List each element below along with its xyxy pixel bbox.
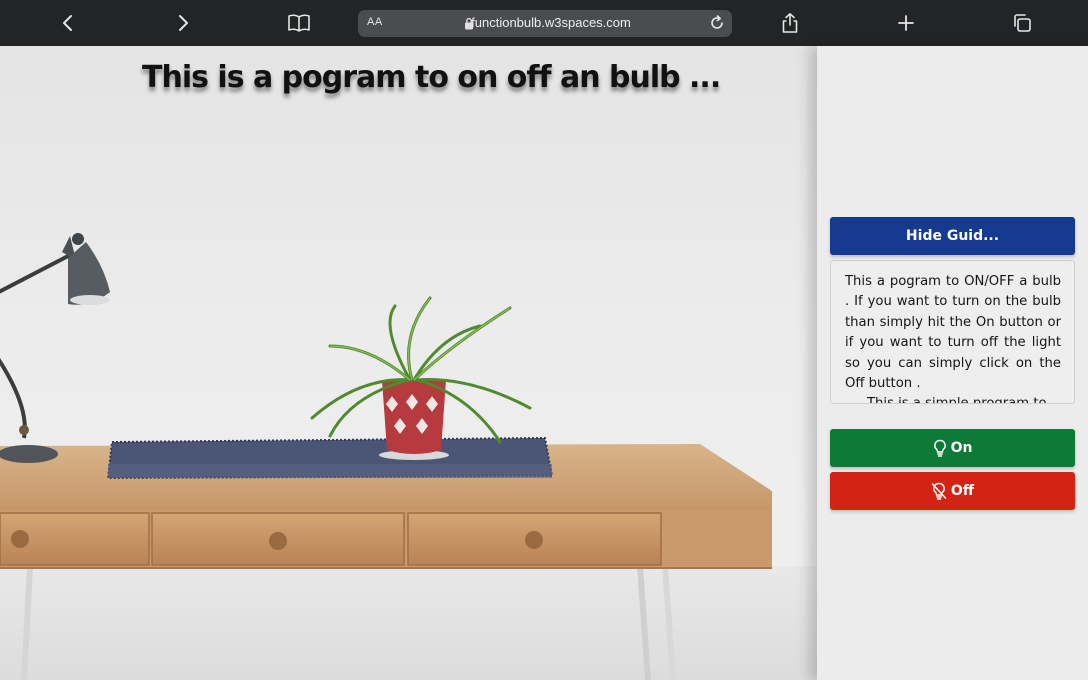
- desk-scene-image: [0, 233, 817, 680]
- address-bar[interactable]: AA functionbulb.w3spaces.com: [358, 10, 732, 37]
- guide-panel: Hide Guid... This a pogram to ON/OFF a b…: [817, 46, 1088, 680]
- off-button[interactable]: Off: [830, 472, 1075, 510]
- bookmarks-icon: [288, 14, 310, 32]
- page-title: This is a pogram to on off an bulb ...: [142, 60, 721, 95]
- tabs-button[interactable]: [1007, 8, 1037, 38]
- share-icon: [782, 13, 798, 33]
- forward-icon: [179, 15, 188, 31]
- tabs-icon: [1014, 14, 1031, 32]
- off-button-label: Off: [950, 483, 975, 499]
- back-icon: [63, 15, 72, 31]
- browser-toolbar: AA functionbulb.w3spaces.com: [0, 0, 1088, 46]
- reload-icon[interactable]: [708, 14, 726, 32]
- lightbulb-off-icon: [931, 482, 947, 500]
- bookmarks-button[interactable]: [284, 8, 314, 38]
- guide-text-clipped: This is a simple program to: [867, 396, 1047, 404]
- new-tab-icon: [898, 15, 914, 31]
- hide-guide-button[interactable]: Hide Guid...: [830, 217, 1075, 255]
- new-tab-button[interactable]: [891, 8, 921, 38]
- guide-text: This a pogram to ON/OFF a bulb . If you …: [845, 274, 1061, 392]
- on-button[interactable]: On: [830, 429, 1075, 467]
- url-text: functionbulb.w3spaces.com: [471, 15, 631, 30]
- forward-button[interactable]: [168, 8, 198, 38]
- share-button[interactable]: [775, 8, 805, 38]
- lightbulb-icon: [933, 439, 946, 457]
- back-button[interactable]: [53, 8, 83, 38]
- guide-box[interactable]: This a pogram to ON/OFF a bulb . If you …: [830, 260, 1075, 404]
- on-button-label: On: [950, 440, 973, 456]
- scene-background: This is a pogram to on off an bulb ...: [0, 46, 817, 680]
